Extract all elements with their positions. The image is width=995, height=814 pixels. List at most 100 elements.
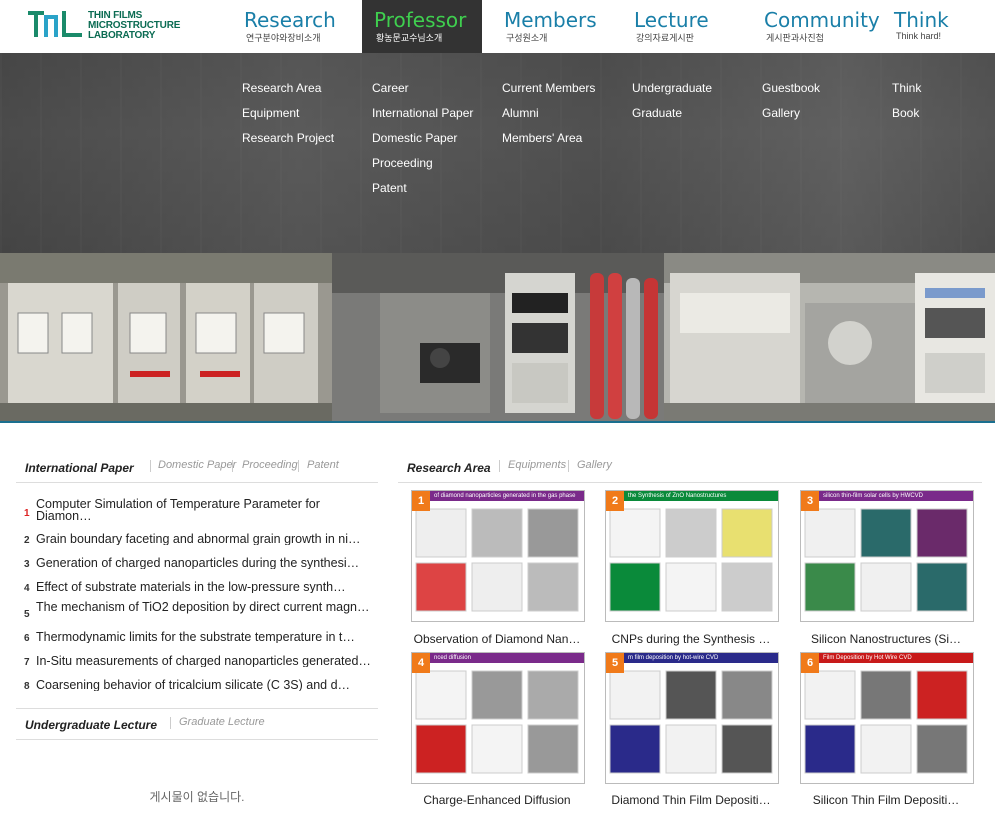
thumbnail-caption[interactable]: Charge-Enhanced Diffusion bbox=[411, 793, 583, 807]
mega-col-research: Research Area Equipment Research Project bbox=[242, 80, 334, 155]
nav-members[interactable]: Members 구성원소개 bbox=[492, 0, 612, 53]
research-thumbnail[interactable]: m film deposition by hot-wire CVD 5 bbox=[605, 652, 779, 784]
item-number: 7 bbox=[24, 657, 30, 668]
research-thumbnail[interactable]: silicon thin-film solar cells by HWCVD 3 bbox=[800, 490, 974, 622]
nav-sublabel: 연구분야와장비소개 bbox=[246, 33, 321, 43]
thumbnail-caption[interactable]: Observation of Diamond Nan… bbox=[411, 632, 583, 646]
thumbnail-figure bbox=[415, 670, 579, 774]
list-item[interactable]: 6 Thermodynamic limits for the substrate… bbox=[24, 627, 374, 651]
menu-think[interactable]: Think bbox=[892, 80, 921, 105]
research-box: Research Area Equipments Gallery bbox=[398, 452, 982, 483]
nav-label: Community bbox=[764, 8, 880, 32]
tab-domestic-paper[interactable]: Domestic Paper bbox=[158, 459, 236, 471]
item-title[interactable]: Thermodynamic limits for the substrate t… bbox=[36, 631, 376, 643]
nav-sublabel: 구성원소개 bbox=[506, 33, 548, 43]
nav-sublabel: Think hard! bbox=[896, 31, 942, 41]
item-title[interactable]: The mechanism of TiO2 deposition by dire… bbox=[36, 601, 376, 625]
menu-proceeding[interactable]: Proceeding bbox=[372, 155, 473, 180]
menu-domestic-paper[interactable]: Domestic Paper bbox=[372, 130, 473, 155]
thumbnail-header: of diamond nanoparticles generated in th… bbox=[412, 491, 584, 501]
tab-proceeding[interactable]: Proceeding bbox=[242, 459, 298, 471]
list-item[interactable]: 1 Computer Simulation of Temperature Par… bbox=[24, 498, 374, 529]
lecture-box: Undergraduate Lecture Graduate Lecture bbox=[16, 708, 378, 740]
tfml-logo-icon bbox=[28, 11, 82, 37]
lab-equipment-banner bbox=[0, 253, 995, 423]
mega-col-professor: Career International Paper Domestic Pape… bbox=[372, 80, 473, 205]
thumbnail-caption[interactable]: Silicon Nanostructures (Si… bbox=[800, 632, 972, 646]
nav-sublabel: 황농문교수님소개 bbox=[376, 33, 443, 43]
menu-alumni[interactable]: Alumni bbox=[502, 105, 595, 130]
menu-equipment[interactable]: Equipment bbox=[242, 105, 334, 130]
nav-research[interactable]: Research 연구분야와장비소개 bbox=[232, 0, 352, 53]
list-item[interactable]: 2 Grain boundary faceting and abnormal g… bbox=[24, 529, 374, 553]
menu-graduate[interactable]: Graduate bbox=[632, 105, 712, 130]
thumbnail-header: Film Deposition by Hot Wire CVD bbox=[801, 653, 973, 663]
mega-col-think: Think Book bbox=[892, 80, 921, 130]
tab-undergraduate-lecture[interactable]: Undergraduate Lecture bbox=[25, 718, 157, 732]
tab-separator bbox=[232, 460, 233, 472]
research-thumbnail[interactable]: the Synthesis of ZnO Nanostructures 2 bbox=[605, 490, 779, 622]
nav-label: Think bbox=[894, 8, 949, 32]
list-item[interactable]: 3 Generation of charged nanoparticles du… bbox=[24, 553, 374, 577]
menu-guestbook[interactable]: Guestbook bbox=[762, 80, 820, 105]
lab-logo[interactable]: THIN FILMS MICROSTRUCTURE LABORATORY bbox=[28, 9, 181, 41]
paper-list: 1 Computer Simulation of Temperature Par… bbox=[24, 498, 374, 699]
item-number: 6 bbox=[24, 633, 30, 644]
tab-research-area[interactable]: Research Area bbox=[407, 461, 491, 475]
list-item[interactable]: 5 The mechanism of TiO2 deposition by di… bbox=[24, 601, 374, 627]
research-thumbnail[interactable]: Film Deposition by Hot Wire CVD 6 bbox=[800, 652, 974, 784]
nav-lecture[interactable]: Lecture 강의자료게시판 bbox=[622, 0, 742, 53]
menu-international-paper[interactable]: International Paper bbox=[372, 105, 473, 130]
tab-gallery[interactable]: Gallery bbox=[577, 459, 612, 471]
thumbnail-number-badge: 1 bbox=[412, 491, 430, 511]
thumbnail-figure bbox=[415, 508, 579, 612]
item-title[interactable]: Computer Simulation of Temperature Param… bbox=[36, 498, 376, 522]
item-number: 2 bbox=[24, 535, 30, 546]
mega-col-community: Guestbook Gallery bbox=[762, 80, 820, 130]
menu-patent[interactable]: Patent bbox=[372, 180, 473, 205]
nav-professor[interactable]: Professor 황농문교수님소개 bbox=[362, 0, 482, 53]
menu-research-area[interactable]: Research Area bbox=[242, 80, 334, 105]
list-item[interactable]: 8 Coarsening behavior of tricalcium sili… bbox=[24, 675, 374, 699]
thumbnail-number-badge: 4 bbox=[412, 653, 430, 673]
menu-undergraduate[interactable]: Undergraduate bbox=[632, 80, 712, 105]
item-title[interactable]: Generation of charged nanoparticles duri… bbox=[36, 557, 376, 569]
research-thumbnail[interactable]: nced diffusion 4 bbox=[411, 652, 585, 784]
lab-name: THIN FILMS MICROSTRUCTURE LABORATORY bbox=[88, 10, 181, 41]
thumbnail-number-badge: 5 bbox=[606, 653, 624, 673]
item-title[interactable]: In-Situ measurements of charged nanopart… bbox=[36, 655, 376, 667]
menu-members-area[interactable]: Members' Area bbox=[502, 130, 595, 155]
thumbnail-figure bbox=[609, 670, 773, 774]
item-number: 8 bbox=[24, 681, 30, 692]
tab-graduate-lecture[interactable]: Graduate Lecture bbox=[179, 716, 265, 728]
menu-gallery[interactable]: Gallery bbox=[762, 105, 820, 130]
list-item[interactable]: 4 Effect of substrate materials in the l… bbox=[24, 577, 374, 601]
menu-current-members[interactable]: Current Members bbox=[502, 80, 595, 105]
thumbnail-number-badge: 6 bbox=[801, 653, 819, 673]
thumbnail-number-badge: 3 bbox=[801, 491, 819, 511]
tab-patent[interactable]: Patent bbox=[307, 459, 339, 471]
tab-equipments[interactable]: Equipments bbox=[508, 459, 566, 471]
tab-separator bbox=[170, 717, 171, 729]
research-thumbnail[interactable]: of diamond nanoparticles generated in th… bbox=[411, 490, 585, 622]
thumbnail-caption[interactable]: CNPs during the Synthesis … bbox=[605, 632, 777, 646]
nav-think[interactable]: Think Think hard! bbox=[882, 0, 992, 53]
item-title[interactable]: Effect of substrate materials in the low… bbox=[36, 581, 376, 593]
nav-community[interactable]: Community 게시판과사진첩 bbox=[752, 0, 882, 53]
item-number: 5 bbox=[24, 609, 30, 620]
menu-career[interactable]: Career bbox=[372, 80, 473, 105]
nav-label: Research bbox=[244, 8, 336, 32]
item-title[interactable]: Coarsening behavior of tricalcium silica… bbox=[36, 679, 376, 691]
thumbnail-caption[interactable]: Silicon Thin Film Depositi… bbox=[800, 793, 972, 807]
item-title[interactable]: Grain boundary faceting and abnormal gra… bbox=[36, 533, 376, 545]
mega-col-members: Current Members Alumni Members' Area bbox=[502, 80, 595, 155]
nav-label: Members bbox=[504, 8, 597, 32]
menu-research-project[interactable]: Research Project bbox=[242, 130, 334, 155]
mega-menu: Research Area Equipment Research Project… bbox=[0, 53, 995, 253]
menu-book[interactable]: Book bbox=[892, 105, 921, 130]
nav-sublabel: 게시판과사진첩 bbox=[766, 33, 824, 43]
thumbnail-caption[interactable]: Diamond Thin Film Depositi… bbox=[605, 793, 777, 807]
list-item[interactable]: 7 In-Situ measurements of charged nanopa… bbox=[24, 651, 374, 675]
top-navigation: THIN FILMS MICROSTRUCTURE LABORATORY Res… bbox=[0, 0, 995, 53]
tab-international-paper[interactable]: International Paper bbox=[25, 461, 134, 475]
